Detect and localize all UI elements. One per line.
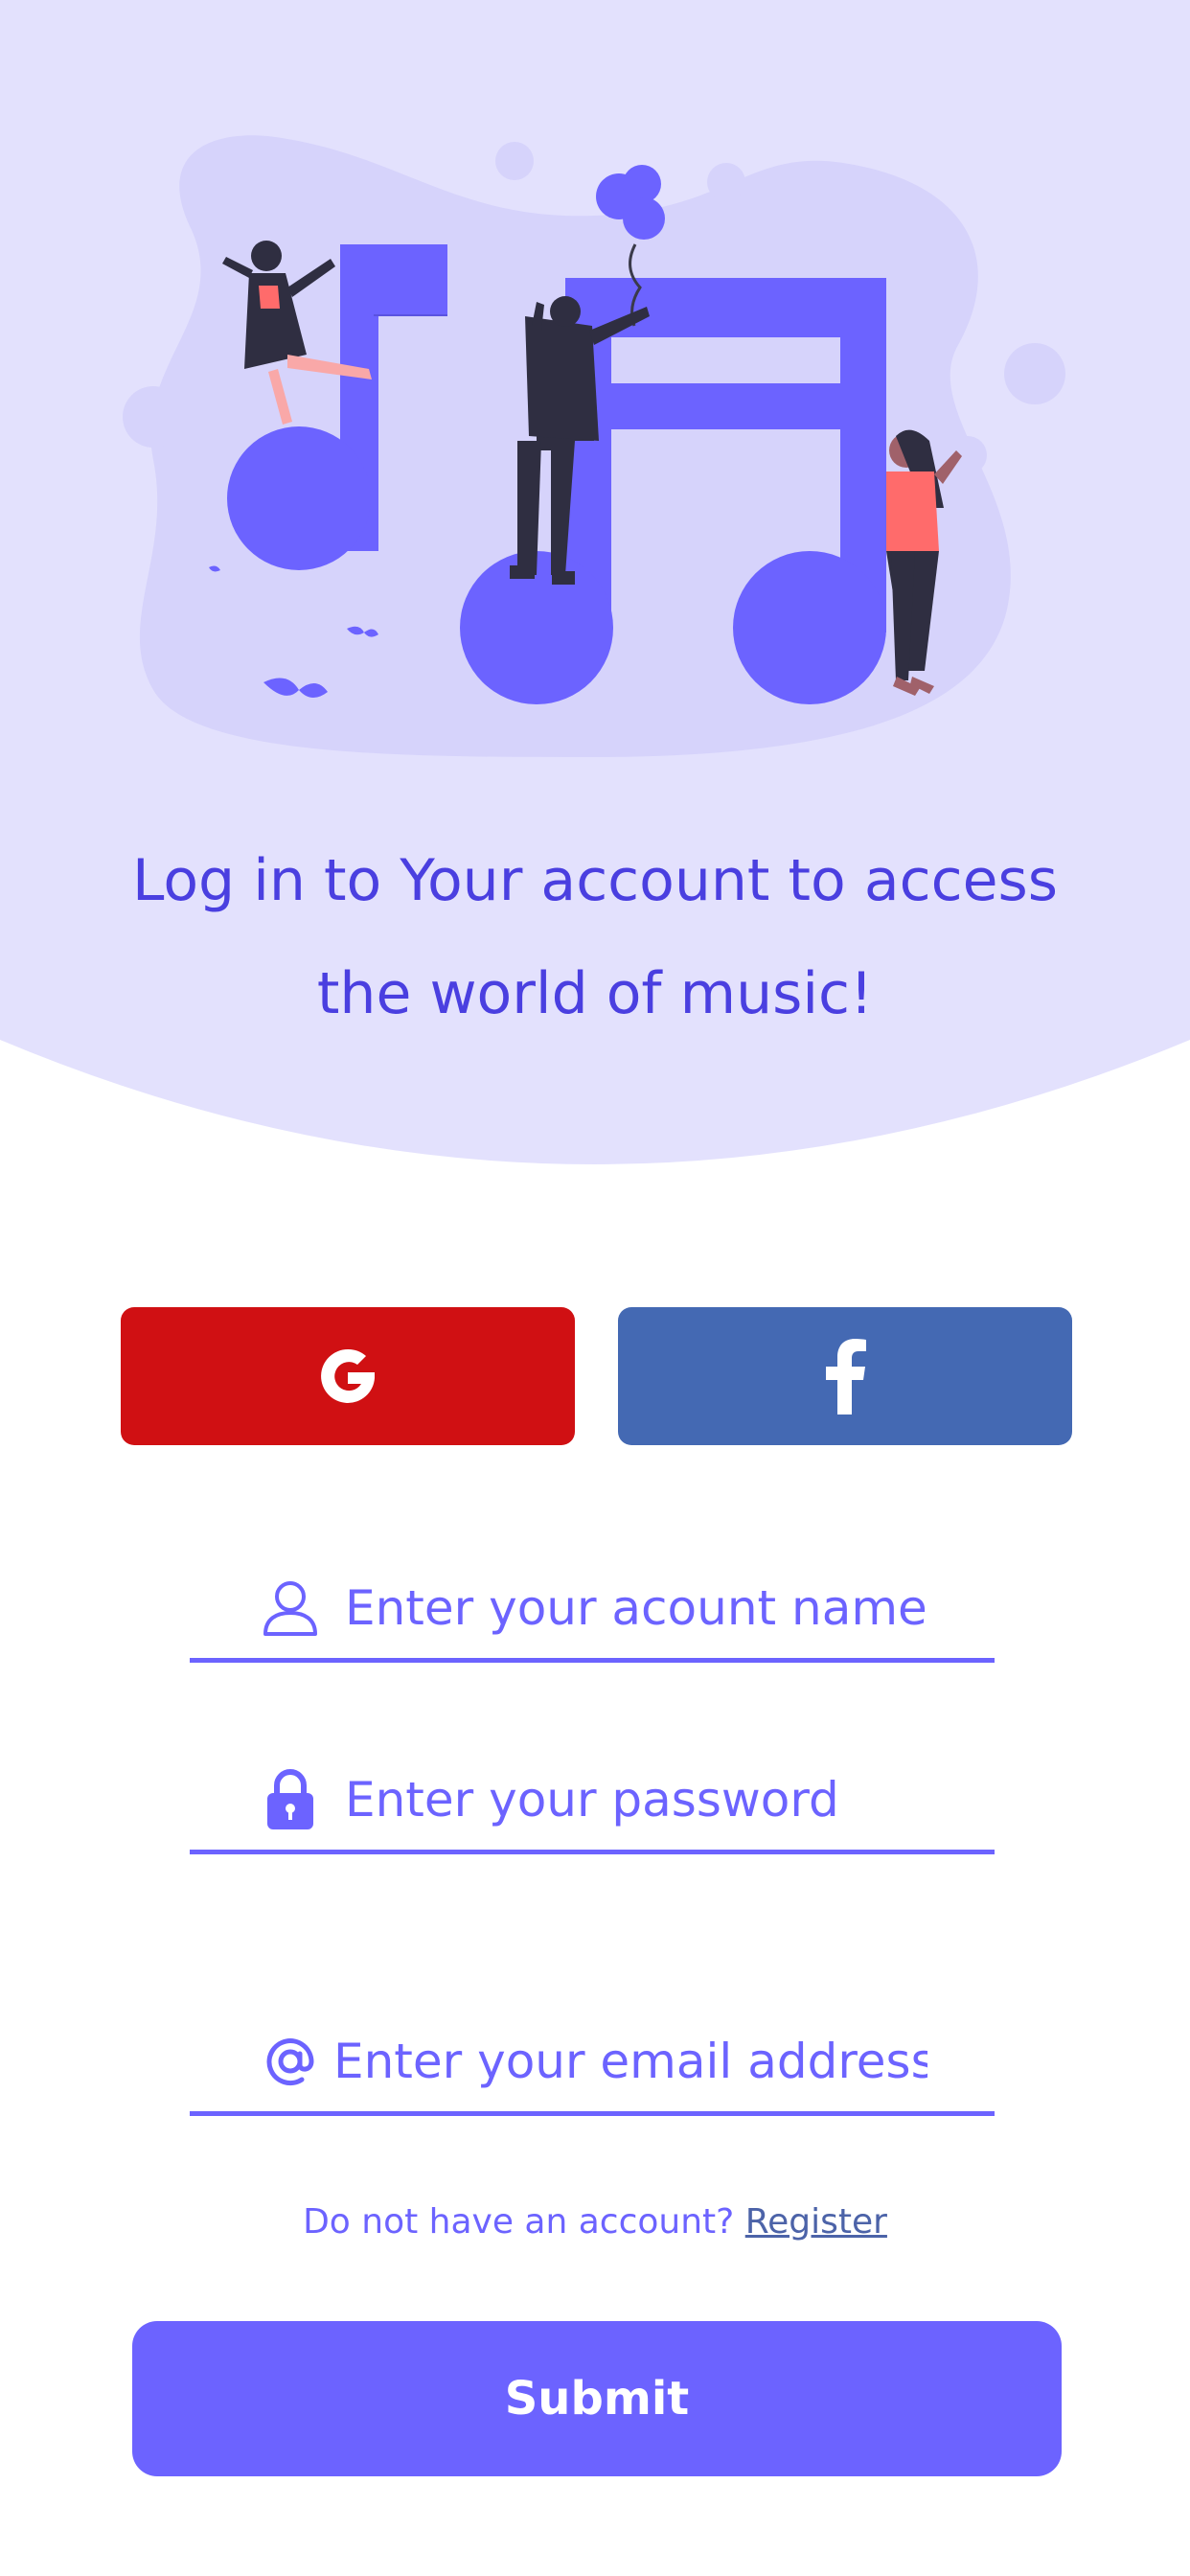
music-illustration <box>123 135 1065 757</box>
lock-icon <box>267 1768 313 1829</box>
headline-line-1: Log in to Your account to access <box>131 847 1059 914</box>
google-login-button[interactable] <box>121 1307 575 1445</box>
google-g-icon <box>321 1348 375 1403</box>
facebook-login-button[interactable] <box>618 1307 1072 1445</box>
register-prompt: Do not have an account? Register <box>0 2202 1190 2242</box>
headline-line-2: the world of music! <box>316 960 874 1027</box>
at-sign-icon <box>266 2037 314 2085</box>
login-screen: Log in to Your account to access the wor… <box>0 0 1190 2576</box>
password-field[interactable] <box>190 1749 995 1854</box>
user-icon <box>263 1580 317 1636</box>
page-headline: Log in to Your account to access the wor… <box>0 824 1190 1050</box>
password-input[interactable] <box>345 1760 939 1838</box>
register-prompt-text: Do not have an account? <box>303 2202 745 2242</box>
user-icon-wrap <box>247 1570 333 1646</box>
email-field[interactable] <box>190 2011 995 2116</box>
at-icon-wrap <box>247 2023 333 2100</box>
facebook-f-icon <box>826 1339 866 1414</box>
username-field[interactable] <box>190 1557 995 1663</box>
submit-button[interactable]: Submit <box>132 2321 1062 2476</box>
email-input[interactable] <box>333 2022 927 2100</box>
lock-icon-wrap <box>247 1761 333 1838</box>
username-input[interactable] <box>345 1569 939 1646</box>
register-link[interactable]: Register <box>745 2202 887 2242</box>
